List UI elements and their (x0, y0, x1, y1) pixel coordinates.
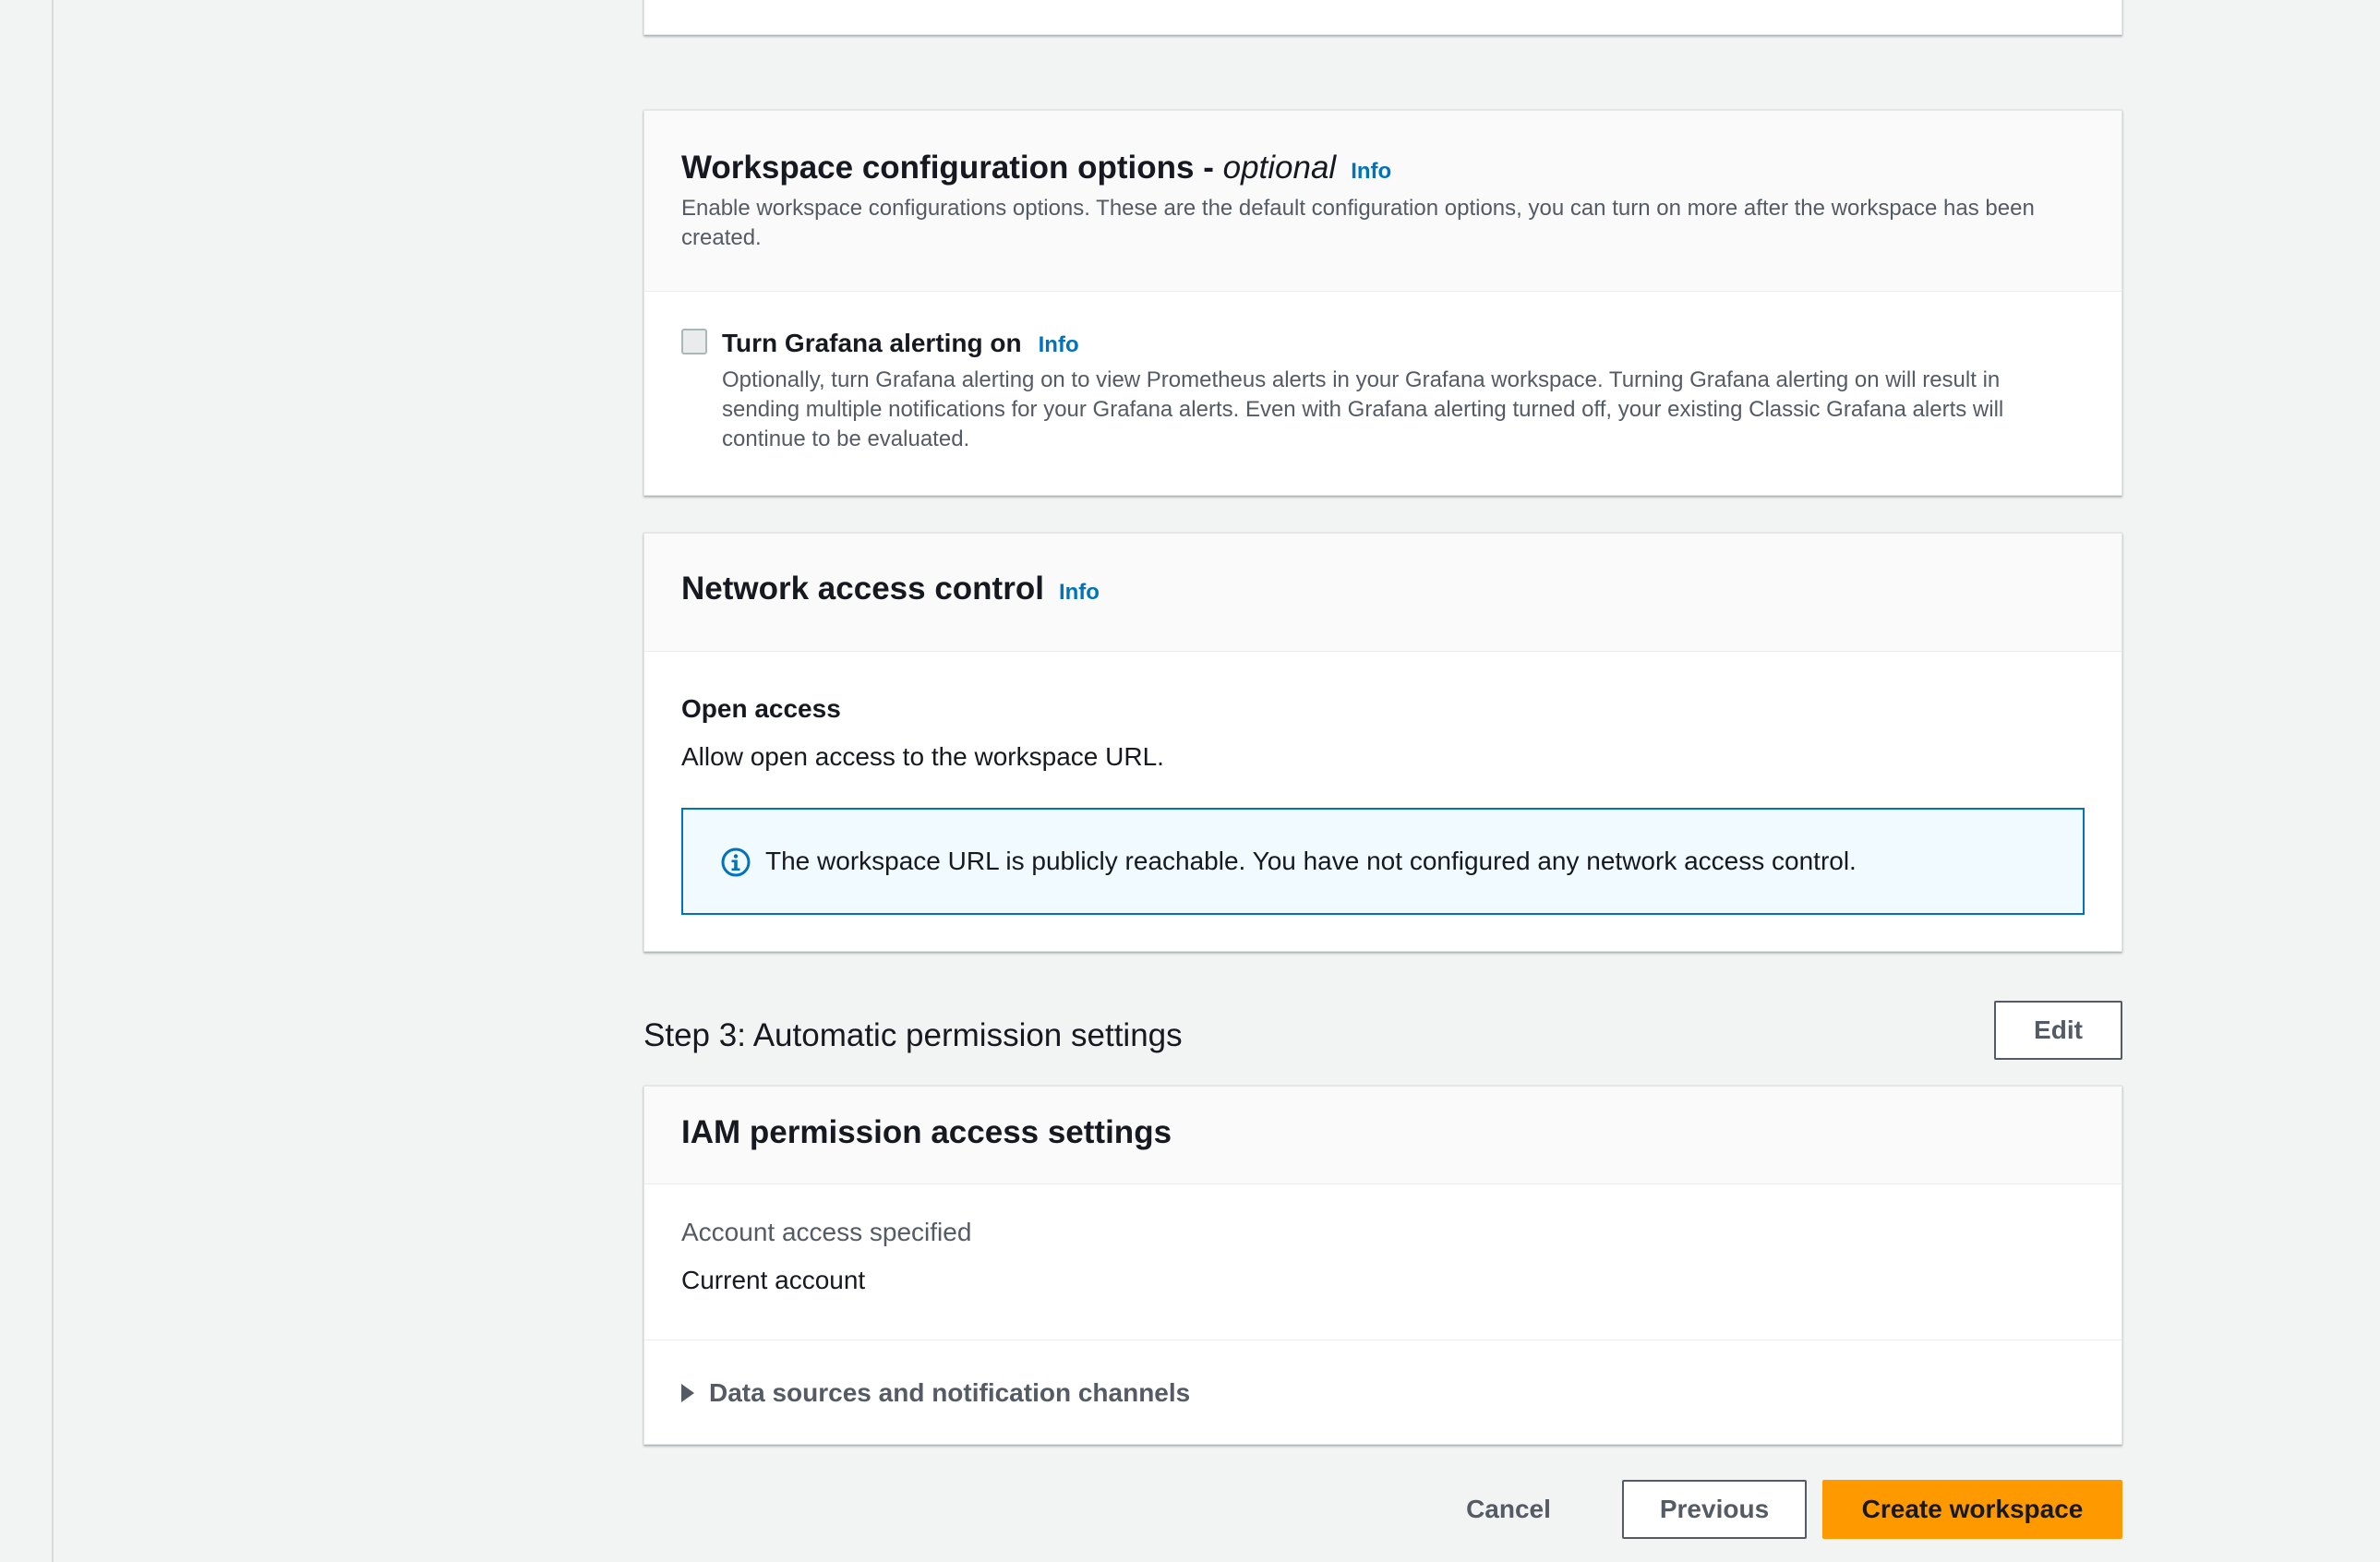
network-access-title-text: Network access control (681, 571, 1044, 607)
step-3-title: Step 3: Automatic permission settings (643, 1017, 1183, 1053)
workspace-config-title: Workspace configuration options - option… (681, 150, 2085, 186)
workspace-config-header: Workspace configuration options - option… (644, 111, 2122, 292)
data-sources-expander-label[interactable]: Data sources and notification channels (709, 1378, 1190, 1407)
iam-permission-title: IAM permission access settings (681, 1114, 1172, 1150)
open-access-description: Allow open access to the workspace URL. (681, 742, 1164, 771)
main-content: Workspace configuration options - option… (643, 0, 2122, 1562)
edit-button[interactable]: Edit (1994, 1001, 2122, 1060)
account-access-value: Current account (681, 1266, 866, 1294)
network-access-card: Network access control Info Open access A… (643, 533, 2122, 952)
network-access-header: Network access control Info (644, 534, 2122, 652)
data-sources-expander[interactable]: Data sources and notification channels (681, 1378, 1190, 1408)
info-alert-text: The workspace URL is publicly reachable.… (765, 847, 1857, 875)
workspace-config-description: Enable workspace configurations options.… (681, 196, 2035, 250)
iam-permission-header: IAM permission access settings (644, 1087, 2122, 1184)
alerting-checkbox[interactable] (681, 329, 707, 354)
info-alert: The workspace URL is publicly reachable.… (681, 808, 2085, 915)
iam-permission-card: IAM permission access settings Account a… (643, 1086, 2122, 1445)
open-access-title: Open access (681, 694, 841, 723)
create-workspace-button[interactable]: Create workspace (1822, 1480, 2122, 1539)
alerting-description: Optionally, turn Grafana alerting on to … (722, 367, 2004, 451)
workspace-config-card: Workspace configuration options - option… (643, 110, 2122, 496)
workspace-config-title-text: Workspace configuration options - (681, 150, 1223, 186)
caret-right-icon[interactable] (681, 1383, 694, 1402)
optional-label: optional (1222, 150, 1337, 186)
alerting-label[interactable]: Turn Grafana alerting on Info (722, 329, 1079, 358)
left-navigation-rail (0, 0, 54, 1562)
info-circle-icon (721, 847, 751, 877)
workspace-config-info-link[interactable]: Info (1351, 159, 1391, 184)
cancel-button[interactable]: Cancel (1459, 1480, 1558, 1539)
network-access-title: Network access control Info (681, 571, 2085, 607)
account-access-label: Account access specified (681, 1218, 972, 1246)
previous-section-card (643, 0, 2122, 35)
alerting-label-text[interactable]: Turn Grafana alerting on (722, 329, 1022, 357)
alerting-info-link[interactable]: Info (1039, 332, 1079, 357)
network-info-link[interactable]: Info (1059, 580, 1100, 605)
previous-button[interactable]: Previous (1622, 1480, 1807, 1539)
